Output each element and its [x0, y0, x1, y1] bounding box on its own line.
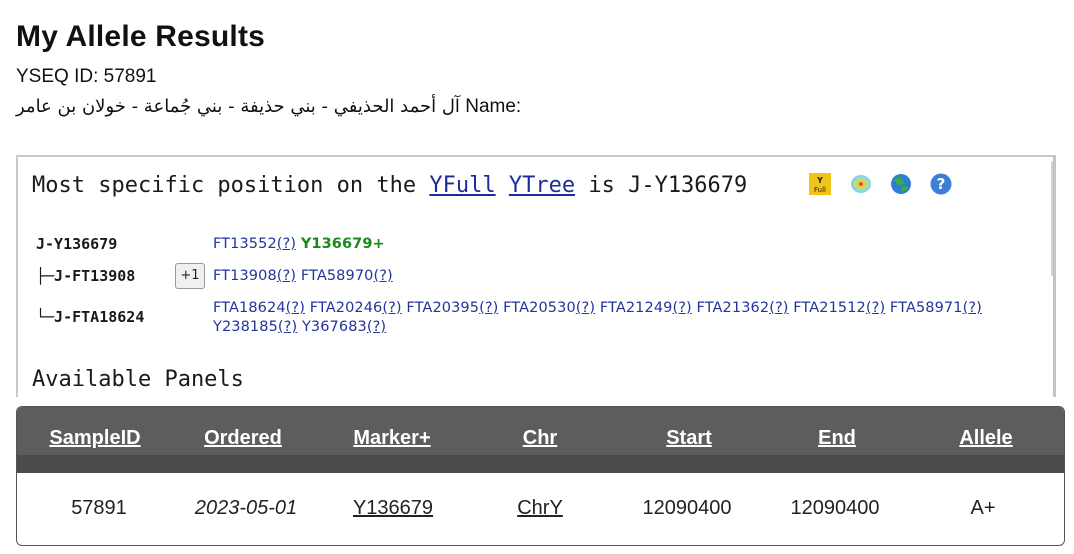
position-prefix: Most specific position on the [32, 173, 417, 198]
ytree-link[interactable]: YTree [509, 173, 575, 198]
snp-link[interactable]: FT13552(?) [213, 236, 296, 252]
cell-chr-link[interactable]: ChrY [517, 497, 563, 520]
svg-text:?: ? [937, 175, 946, 193]
snp-link[interactable]: FTA21362(?) [697, 300, 789, 316]
yfull-icon[interactable]: Y Full [809, 173, 831, 195]
snp-link[interactable]: FTA58970(?) [301, 268, 393, 284]
yfull-link[interactable]: YFull [429, 173, 495, 198]
cell-ordered: 2023-05-01 [194, 497, 298, 519]
available-panels-heading: Available Panels [32, 367, 244, 392]
column-header-chr[interactable]: Chr [523, 427, 557, 450]
yseq-id-value: 57891 [103, 66, 157, 87]
cell-sampleid: 57891 [71, 497, 127, 519]
table-header: SampleID Ordered Marker+ Chr Start End A… [17, 407, 1064, 473]
haplogroup-tree-panel[interactable]: Most specific position on the YFull YTre… [16, 155, 1056, 397]
help-icon[interactable]: ? [930, 173, 952, 195]
snp-link[interactable]: FT13908(?) [213, 268, 296, 284]
scrollbar-thumb[interactable] [1051, 161, 1053, 276]
snp-list: FTA18624(?) FTA20246(?) FTA20395(?) FTA2… [213, 299, 1053, 337]
cell-allele: A+ [970, 497, 996, 519]
globe-icon[interactable] [890, 173, 912, 195]
svg-text:Full: Full [814, 186, 826, 194]
column-header-allele[interactable]: Allele [959, 427, 1012, 450]
cell-start: 12090400 [642, 497, 732, 519]
yseq-id-line: YSEQ ID: 57891 [16, 66, 156, 88]
column-header-start[interactable]: Start [666, 427, 712, 450]
allele-results-table: SampleID Ordered Marker+ Chr Start End A… [16, 406, 1065, 546]
derived-snp: Y136679+ [300, 236, 385, 252]
header-band [17, 455, 1064, 473]
snp-link[interactable]: FTA58971(?) [890, 300, 982, 316]
svg-text:Y: Y [816, 176, 823, 185]
column-header-end[interactable]: End [818, 427, 856, 450]
expand-more-button[interactable]: +1 [175, 263, 205, 289]
is-text: is [588, 173, 615, 198]
name-line: آل أحمد الحذيفي - بني حذيفة - بني جُماعة… [16, 96, 521, 118]
snp-link[interactable]: FTA21512(?) [793, 300, 885, 316]
position-value: J-Y136679 [628, 173, 748, 198]
snp-link[interactable]: FTA20395(?) [406, 300, 498, 316]
name-label: Name: [465, 96, 522, 117]
snp-link[interactable]: FTA18624(?) [213, 300, 305, 316]
snp-link[interactable]: Y238185(?) [213, 319, 297, 335]
column-header-marker[interactable]: Marker+ [353, 427, 430, 450]
tree-node-label: J-Y136679 [36, 235, 118, 253]
snp-list: FT13552(?) Y136679+ [213, 235, 1053, 254]
snp-link[interactable]: FTA21249(?) [600, 300, 692, 316]
heatmap-icon[interactable] [850, 173, 872, 195]
most-specific-position-line: Most specific position on the YFull YTre… [32, 173, 747, 198]
column-header-sampleid[interactable]: SampleID [49, 427, 140, 450]
tree-node-label: └─J-FTA18624 [36, 308, 145, 326]
snp-link[interactable]: FTA20530(?) [503, 300, 595, 316]
name-value: آل أحمد الحذيفي - بني حذيفة - بني جُماعة… [16, 96, 460, 117]
snp-list: FT13908(?) FTA58970(?) [213, 267, 1053, 286]
cell-end: 12090400 [790, 497, 880, 519]
column-header-ordered[interactable]: Ordered [204, 427, 282, 450]
snp-link[interactable]: FTA20246(?) [310, 300, 402, 316]
snp-link[interactable]: Y367683(?) [302, 319, 386, 335]
page-title: My Allele Results [16, 20, 266, 53]
cell-marker-link[interactable]: Y136679 [353, 497, 433, 520]
tree-node-label: ├─J-FT13908 [36, 267, 136, 285]
yseq-id-label: YSEQ ID: [16, 66, 104, 87]
